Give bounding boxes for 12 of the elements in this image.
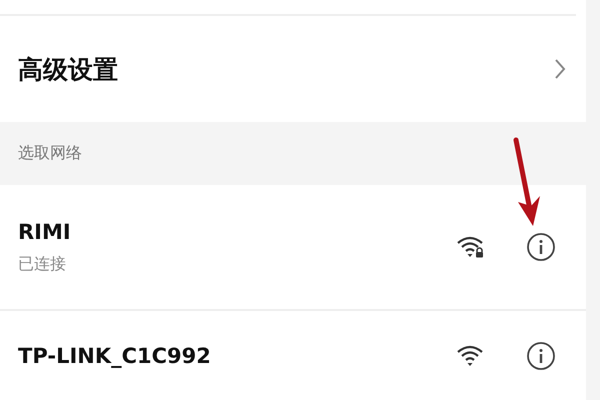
chevron-right-icon bbox=[554, 58, 566, 80]
network-name: RIMI bbox=[18, 220, 72, 244]
info-icon bbox=[526, 232, 556, 262]
info-button[interactable] bbox=[526, 232, 556, 262]
info-button[interactable] bbox=[526, 341, 556, 371]
settings-label: 高级设置 bbox=[18, 54, 118, 86]
advanced-settings-row[interactable]: 高级设置 bbox=[0, 16, 586, 122]
connection-status: 已连接 bbox=[18, 254, 67, 274]
section-title: 选取网络 bbox=[18, 143, 82, 164]
network-row[interactable]: TP-LINK_C1C992 bbox=[0, 311, 586, 400]
network-name: TP-LINK_C1C992 bbox=[18, 344, 212, 368]
info-icon bbox=[526, 341, 556, 371]
